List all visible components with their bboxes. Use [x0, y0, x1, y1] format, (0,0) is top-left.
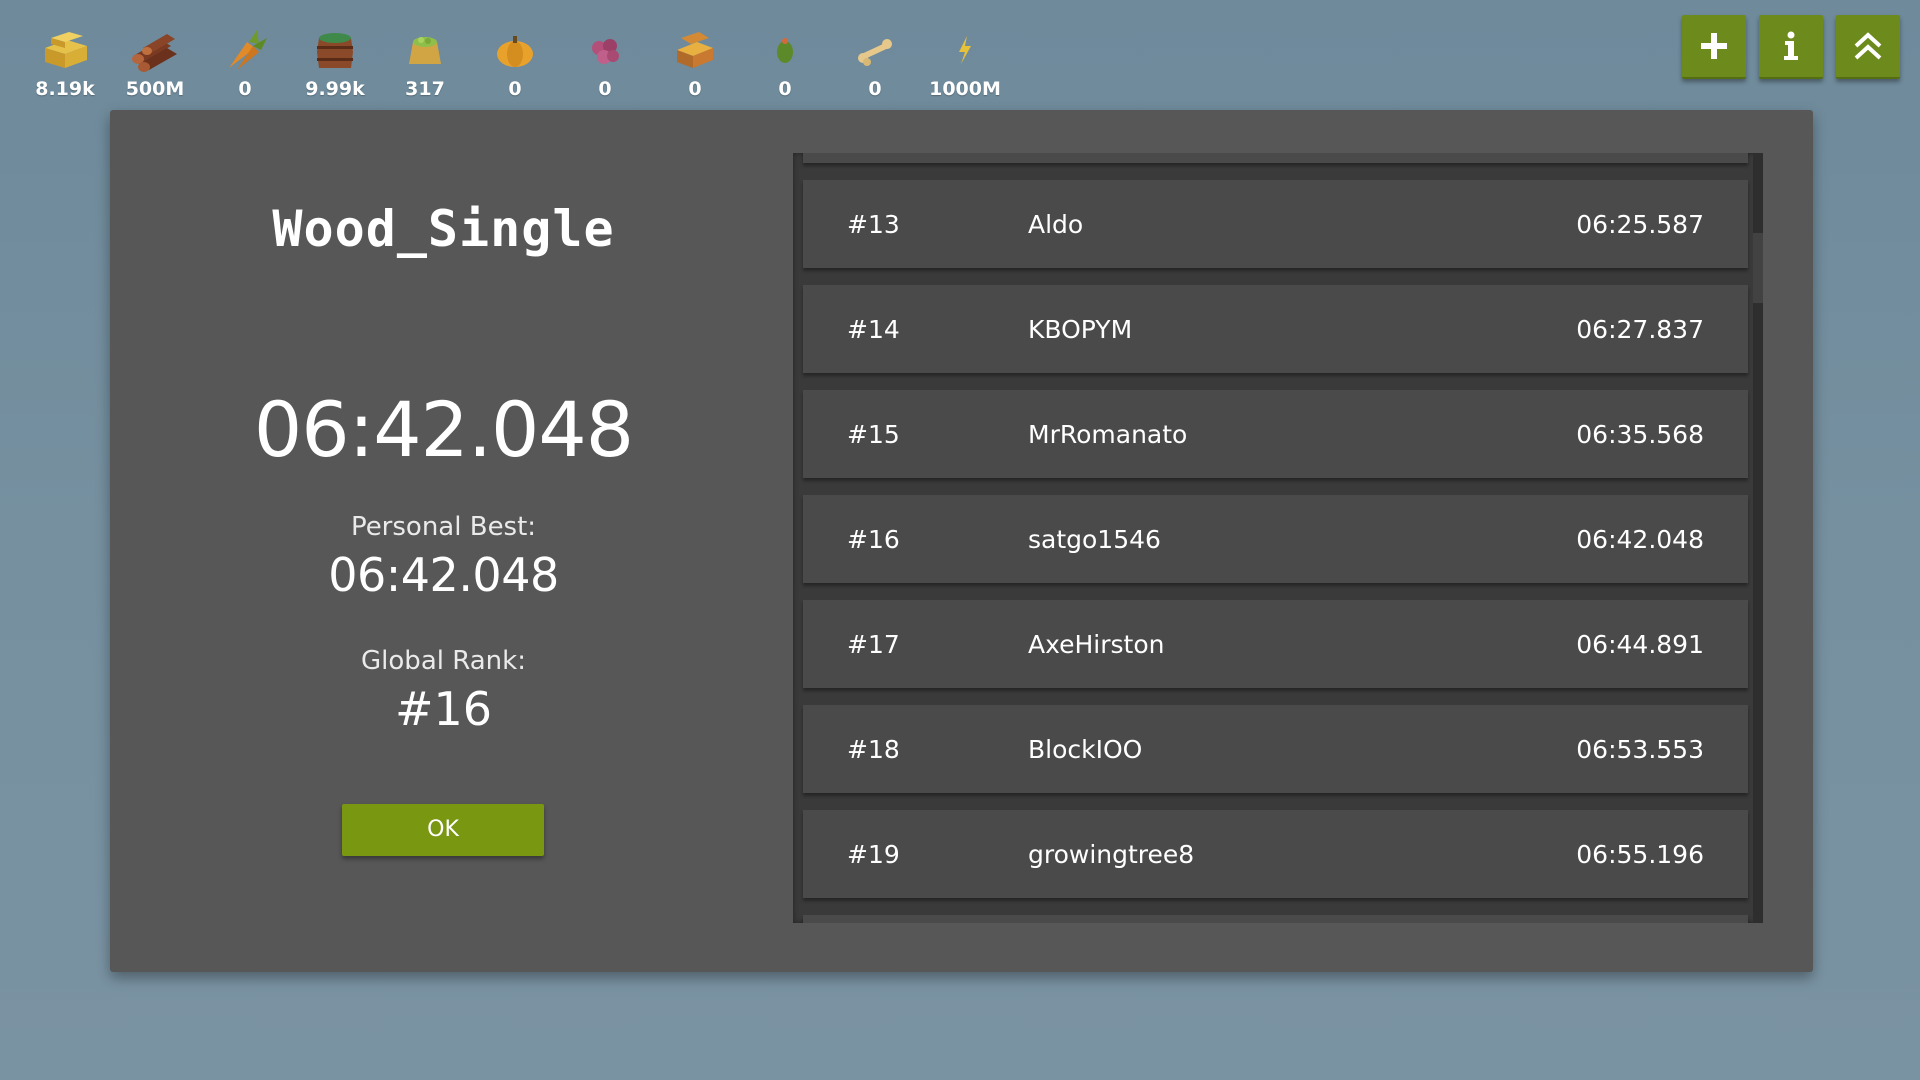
row-time: 06:27.837: [1576, 315, 1704, 344]
leaderboard-row[interactable]: #18 BlockIOO 06:53.553: [803, 705, 1748, 793]
plus-icon: [1701, 33, 1727, 59]
resource-bone[interactable]: 0: [830, 22, 920, 108]
treasure-chest-icon: [677, 32, 713, 68]
leaderboard-row[interactable]: #14 KBOPYM 06:27.837: [803, 285, 1748, 373]
cactus-icon: [777, 38, 793, 63]
row-player-name: growingtree8: [1028, 840, 1195, 869]
leaderboard-row[interactable]: #13 Aldo 06:25.587: [803, 180, 1748, 268]
ok-button[interactable]: OK: [342, 804, 544, 856]
row-time: 06:25.587: [1576, 210, 1704, 239]
top-buttons: [1682, 15, 1900, 79]
carrot-icon: [229, 30, 267, 70]
leaderboard-row-partial-bottom: [803, 915, 1748, 923]
resource-count: 0: [868, 78, 882, 100]
resource-count: 0: [688, 78, 702, 100]
leaderboard-list[interactable]: #13 Aldo 06:25.587 #14 KBOPYM 06:27.837 …: [793, 153, 1763, 923]
row-player-name: Aldo: [1028, 210, 1084, 239]
level-title: Wood_Single: [272, 200, 615, 258]
personal-best-value: 06:42.048: [328, 548, 559, 602]
logs-icon: [132, 34, 177, 72]
pumpkin-icon: [497, 36, 533, 67]
row-rank: #14: [847, 315, 900, 344]
info-button[interactable]: [1759, 15, 1823, 79]
barrel-icon: [317, 33, 353, 68]
leaderboard-row[interactable]: #17 AxeHirston 06:44.891: [803, 600, 1748, 688]
personal-best-label: Personal Best:: [350, 512, 537, 542]
row-player-name: MrRomanato: [1028, 420, 1188, 449]
leaderboard-row[interactable]: #15 MrRomanato 06:35.568: [803, 390, 1748, 478]
double-chevron-up-icon: [1854, 32, 1882, 60]
resource-pumpkin[interactable]: 0: [470, 22, 560, 108]
sack-icon: [409, 37, 441, 64]
row-rank: #16: [847, 525, 900, 554]
berries-icon: [592, 39, 619, 64]
resource-count: 0: [598, 78, 612, 100]
result-panel: Wood_Single 06:42.048 Personal Best: 06:…: [110, 110, 1813, 972]
resource-wood[interactable]: 500M: [110, 22, 200, 108]
info-icon: [1784, 31, 1798, 60]
resource-barrel[interactable]: 9.99k: [290, 22, 380, 108]
bone-icon: [858, 39, 892, 66]
resource-count: 1000M: [929, 78, 1001, 100]
scrollbar-thumb[interactable]: [1753, 233, 1763, 303]
resource-count: 317: [405, 78, 445, 100]
resource-bar: 8.19k 500M 0 9.99k 317 0 0 0 0 0 1000M: [20, 22, 1010, 108]
resource-carrot[interactable]: 0: [200, 22, 290, 108]
resource-count: 0: [778, 78, 792, 100]
leaderboard-row-partial-top: [803, 153, 1748, 163]
leaderboard-row-current-player[interactable]: #16 satgo1546 06:42.048: [803, 495, 1748, 583]
hay-bale-icon: [45, 32, 87, 68]
resource-energy[interactable]: 1000M: [920, 22, 1010, 108]
row-rank: #17: [847, 630, 900, 659]
row-rank: #15: [847, 420, 900, 449]
result-summary: Wood_Single 06:42.048 Personal Best: 06:…: [110, 110, 777, 972]
add-button[interactable]: [1682, 15, 1746, 79]
resource-count: 500M: [125, 78, 185, 100]
row-time: 06:44.891: [1576, 630, 1704, 659]
global-rank-value: #16: [394, 682, 493, 736]
row-player-name: AxeHirston: [1028, 630, 1165, 659]
leaderboard-scrollbar[interactable]: [1753, 153, 1763, 923]
collapse-button[interactable]: [1836, 15, 1900, 79]
run-time: 06:42.048: [253, 385, 634, 474]
row-player-name: BlockIOO: [1028, 735, 1143, 764]
resource-cactus[interactable]: 0: [740, 22, 830, 108]
row-time: 06:53.553: [1576, 735, 1704, 764]
resource-count: 9.99k: [305, 78, 365, 100]
row-time: 06:42.048: [1576, 525, 1704, 554]
row-rank: #19: [847, 840, 900, 869]
row-rank: #13: [847, 210, 900, 239]
resource-count: 0: [238, 78, 252, 100]
lightning-icon: [959, 36, 971, 64]
resource-chest[interactable]: 0: [650, 22, 740, 108]
resource-count: 0: [508, 78, 522, 100]
row-rank: #18: [847, 735, 900, 764]
resource-sack[interactable]: 317: [380, 22, 470, 108]
resource-hay[interactable]: 8.19k: [20, 22, 110, 108]
global-rank-label: Global Rank:: [361, 646, 526, 676]
resource-count: 8.19k: [35, 78, 95, 100]
row-time: 06:35.568: [1576, 420, 1704, 449]
row-time: 06:55.196: [1576, 840, 1704, 869]
resource-berries[interactable]: 0: [560, 22, 650, 108]
leaderboard-row[interactable]: #19 growingtree8 06:55.196: [803, 810, 1748, 898]
row-player-name: satgo1546: [1028, 525, 1161, 554]
row-player-name: KBOPYM: [1028, 315, 1133, 344]
